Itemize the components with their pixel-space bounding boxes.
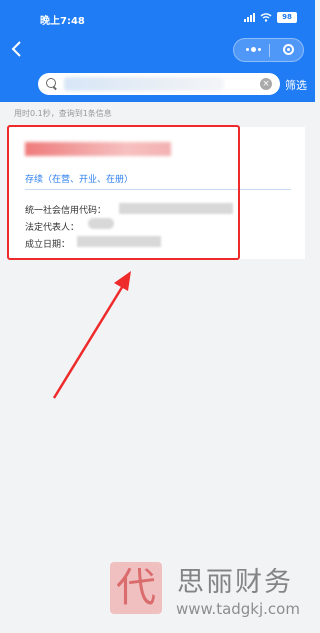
highlight-box (7, 125, 240, 260)
watermark-logo: 代 (110, 562, 162, 614)
status-icons: 98 (244, 11, 297, 23)
back-chevron-icon[interactable] (10, 40, 30, 60)
signal-icon (244, 12, 255, 22)
close-target-icon[interactable] (283, 44, 294, 55)
watermark-url: www.tadgkj.com (176, 600, 300, 618)
status-time: 晚上7:48 (40, 16, 85, 27)
result-info: 用时0.1秒，查询到1条信息 (14, 109, 112, 118)
more-dots-icon[interactable] (246, 47, 261, 52)
status-bar: 晚上7:48 98 (0, 0, 315, 36)
watermark-brand: 思丽财务 (177, 567, 293, 598)
wifi-icon (260, 13, 272, 22)
search-value-redacted[interactable] (64, 77, 224, 91)
capsule-divider (269, 44, 270, 57)
watermark: 代 思丽财务 www.tadgkj.com (110, 556, 310, 620)
battery-icon: 98 (277, 11, 297, 23)
search-icon (46, 78, 56, 88)
filter-button[interactable]: 筛选 (285, 77, 307, 93)
clear-icon[interactable]: × (260, 78, 272, 90)
app-header: 晚上7:48 98 × 筛选 (0, 0, 315, 102)
search-input[interactable]: × (38, 73, 280, 95)
mini-program-capsule (233, 38, 304, 62)
